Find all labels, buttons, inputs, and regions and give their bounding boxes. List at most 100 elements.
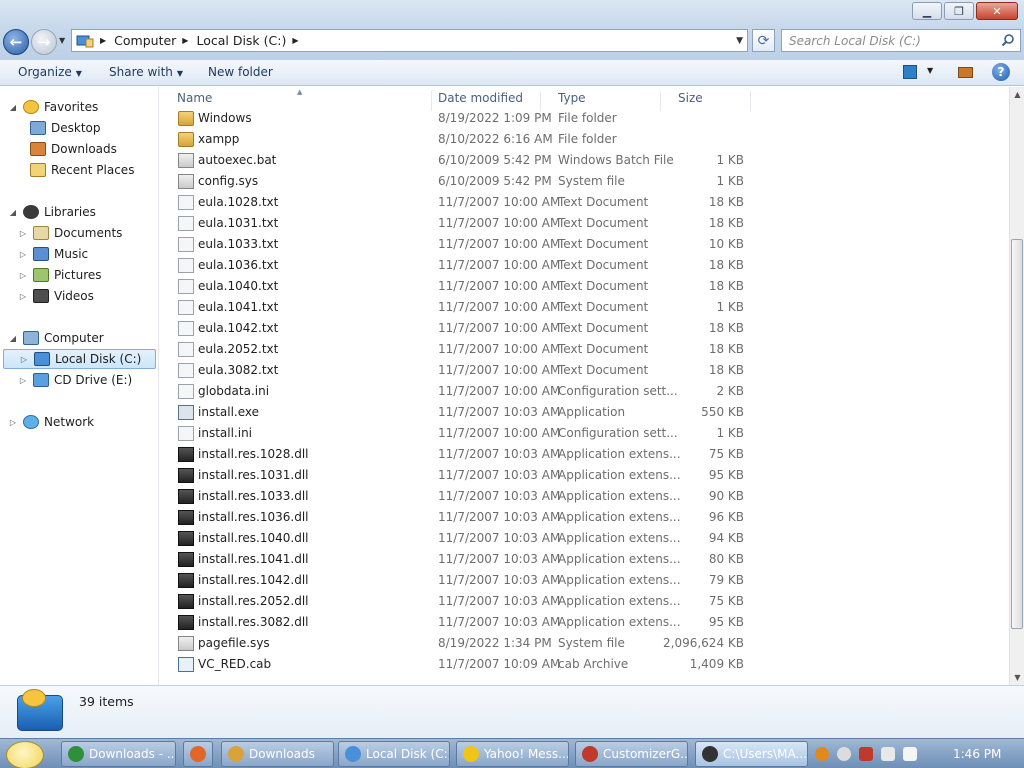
- scroll-down-arrow[interactable]: ▼: [1010, 670, 1024, 685]
- restore-button[interactable]: ❐: [944, 2, 974, 20]
- file-row[interactable]: install.res.1028.dll 11/7/2007 10:03 AM Ap…: [160, 444, 780, 465]
- file-row[interactable]: eula.1040.txt 11/7/2007 10:00 AM Text Docu…: [160, 276, 780, 297]
- taskbar-button[interactable]: Downloads: [221, 741, 334, 767]
- address-bar[interactable]: ▶ Computer ▶ Local Disk (C:) ▶ ▼: [71, 29, 748, 52]
- share-with-button[interactable]: Share with ▼: [109, 65, 183, 79]
- file-row[interactable]: VC_RED.cab 11/7/2007 10:09 AM cab Archive 1…: [160, 654, 780, 675]
- file-row[interactable]: config.sys 6/10/2009 5:42 PM System file 1 …: [160, 171, 780, 192]
- nav-pictures[interactable]: ▷ Pictures: [18, 265, 102, 285]
- file-row[interactable]: install.res.1042.dll 11/7/2007 10:03 AM Ap…: [160, 570, 780, 591]
- nav-recent-places[interactable]: Recent Places: [30, 160, 134, 180]
- file-name: config.sys: [198, 174, 259, 188]
- search-icon[interactable]: [1001, 33, 1015, 47]
- address-dropdown[interactable]: ▼: [736, 36, 743, 46]
- dll-file-icon: [178, 447, 194, 462]
- change-view-icon[interactable]: [903, 65, 917, 79]
- breadcrumb-computer[interactable]: Computer: [114, 33, 176, 48]
- collapsed-arrow-icon[interactable]: ▷: [18, 250, 28, 259]
- search-tray-icon[interactable]: [815, 747, 829, 761]
- new-folder-button[interactable]: New folder: [208, 65, 273, 79]
- file-row[interactable]: install.res.1033.dll 11/7/2007 10:03 AM Ap…: [160, 486, 780, 507]
- file-row[interactable]: install.res.1040.dll 11/7/2007 10:03 AM Ap…: [160, 528, 780, 549]
- scroll-thumb[interactable]: [1011, 239, 1023, 629]
- vertical-scrollbar[interactable]: ▲ ▼: [1009, 87, 1024, 685]
- nav-favorites[interactable]: ◢ Favorites: [8, 97, 98, 117]
- file-row[interactable]: eula.1041.txt 11/7/2007 10:00 AM Text Docu…: [160, 297, 780, 318]
- collapsed-arrow-icon[interactable]: ▷: [18, 292, 28, 301]
- file-row[interactable]: eula.1033.txt 11/7/2007 10:00 AM Text Docu…: [160, 234, 780, 255]
- file-row[interactable]: eula.1031.txt 11/7/2007 10:00 AM Text Docu…: [160, 213, 780, 234]
- file-row[interactable]: install.res.1031.dll 11/7/2007 10:03 AM Ap…: [160, 465, 780, 486]
- forward-button[interactable]: →: [31, 29, 57, 55]
- nav-documents[interactable]: ▷ Documents: [18, 223, 122, 243]
- breadcrumb-local-disk[interactable]: Local Disk (C:): [196, 33, 286, 48]
- file-row[interactable]: autoexec.bat 6/10/2009 5:42 PM Windows Bat…: [160, 150, 780, 171]
- nav-music[interactable]: ▷ Music: [18, 244, 88, 264]
- file-name: eula.2052.txt: [198, 342, 279, 356]
- collapsed-arrow-icon[interactable]: ▷: [18, 229, 28, 238]
- breadcrumb-separator[interactable]: ▶: [100, 36, 106, 45]
- nav-network[interactable]: ▷ Network: [8, 412, 94, 432]
- collapsed-arrow-icon[interactable]: ▷: [8, 418, 18, 427]
- volume-icon[interactable]: [903, 747, 917, 761]
- file-row[interactable]: eula.3082.txt 11/7/2007 10:00 AM Text Docu…: [160, 360, 780, 381]
- nav-cd-drive-label: CD Drive (E:): [54, 373, 133, 387]
- file-row[interactable]: eula.1028.txt 11/7/2007 10:00 AM Text Docu…: [160, 192, 780, 213]
- file-row[interactable]: eula.1042.txt 11/7/2007 10:00 AM Text Docu…: [160, 318, 780, 339]
- taskbar-button[interactable]: Yahoo! Mess...: [456, 741, 569, 767]
- start-button[interactable]: [6, 741, 44, 768]
- nav-desktop[interactable]: Desktop: [30, 118, 101, 138]
- taskbar-button[interactable]: CustomizerG...: [575, 741, 688, 767]
- minimize-button[interactable]: ▁: [912, 2, 942, 20]
- nav-computer[interactable]: ◢ Computer: [8, 328, 104, 348]
- nav-videos[interactable]: ▷ Videos: [18, 286, 94, 306]
- messenger-tray-icon[interactable]: [837, 747, 851, 761]
- file-row[interactable]: install.res.1041.dll 11/7/2007 10:03 AM Ap…: [160, 549, 780, 570]
- file-row[interactable]: install.ini 11/7/2007 10:00 AM Configurati…: [160, 423, 780, 444]
- file-row[interactable]: install.exe 11/7/2007 10:03 AM Application…: [160, 402, 780, 423]
- file-row[interactable]: xampp 8/10/2022 6:16 AM File folder: [160, 129, 780, 150]
- action-center-icon[interactable]: [859, 747, 873, 761]
- help-icon[interactable]: ?: [992, 63, 1010, 81]
- taskbar-button[interactable]: C:\Users\MA...: [695, 741, 808, 767]
- breadcrumb-separator[interactable]: ▶: [292, 36, 298, 45]
- file-row[interactable]: install.res.2052.dll 11/7/2007 10:03 AM Ap…: [160, 591, 780, 612]
- back-button[interactable]: ←: [3, 29, 29, 55]
- nav-downloads[interactable]: Downloads: [30, 139, 117, 159]
- breadcrumb-separator[interactable]: ▶: [182, 36, 188, 45]
- search-input[interactable]: Search Local Disk (C:): [781, 29, 1021, 52]
- file-name: eula.1036.txt: [198, 258, 279, 272]
- file-name: install.res.1028.dll: [198, 447, 309, 461]
- taskbar-button-label: Local Disk (C:): [366, 747, 450, 761]
- expanded-arrow-icon[interactable]: ◢: [8, 208, 18, 217]
- taskbar-app-icon: [463, 746, 479, 762]
- collapsed-arrow-icon[interactable]: ▷: [18, 376, 28, 385]
- recent-pages-dropdown[interactable]: ▼: [59, 36, 65, 45]
- preview-pane-icon[interactable]: [958, 67, 973, 78]
- collapsed-arrow-icon[interactable]: ▷: [18, 271, 28, 280]
- clock[interactable]: 1:46 PM: [953, 747, 1001, 761]
- expanded-arrow-icon[interactable]: ◢: [8, 334, 18, 343]
- taskbar-button[interactable]: Local Disk (C:): [338, 741, 450, 767]
- organize-button[interactable]: Organize ▼: [18, 65, 82, 79]
- file-row[interactable]: pagefile.sys 8/19/2022 1:34 PM System file…: [160, 633, 780, 654]
- scroll-up-arrow[interactable]: ▲: [1010, 87, 1024, 102]
- view-options-dropdown[interactable]: ▼: [927, 66, 933, 75]
- nav-local-disk[interactable]: ▷ Local Disk (C:): [3, 349, 156, 369]
- file-row[interactable]: eula.2052.txt 11/7/2007 10:00 AM Text Docu…: [160, 339, 780, 360]
- close-button[interactable]: ✕: [976, 2, 1018, 20]
- file-row[interactable]: eula.1036.txt 11/7/2007 10:00 AM Text Docu…: [160, 255, 780, 276]
- file-row[interactable]: Windows 8/19/2022 1:09 PM File folder: [160, 108, 780, 129]
- nav-libraries[interactable]: ◢ Libraries: [8, 202, 96, 222]
- file-row[interactable]: globdata.ini 11/7/2007 10:00 AM Configurat…: [160, 381, 780, 402]
- taskbar-app-icon: [190, 746, 206, 762]
- taskbar-button[interactable]: [183, 741, 213, 767]
- network-tray-icon[interactable]: [881, 747, 895, 761]
- file-row[interactable]: install.res.3082.dll 11/7/2007 10:03 AM Ap…: [160, 612, 780, 633]
- nav-cd-drive[interactable]: ▷ CD Drive (E:): [18, 370, 132, 390]
- refresh-button[interactable]: ⟳: [752, 29, 775, 52]
- collapsed-arrow-icon[interactable]: ▷: [19, 355, 29, 364]
- expanded-arrow-icon[interactable]: ◢: [8, 103, 18, 112]
- taskbar-button[interactable]: Downloads - ...: [61, 741, 176, 767]
- file-row[interactable]: install.res.1036.dll 11/7/2007 10:03 AM Ap…: [160, 507, 780, 528]
